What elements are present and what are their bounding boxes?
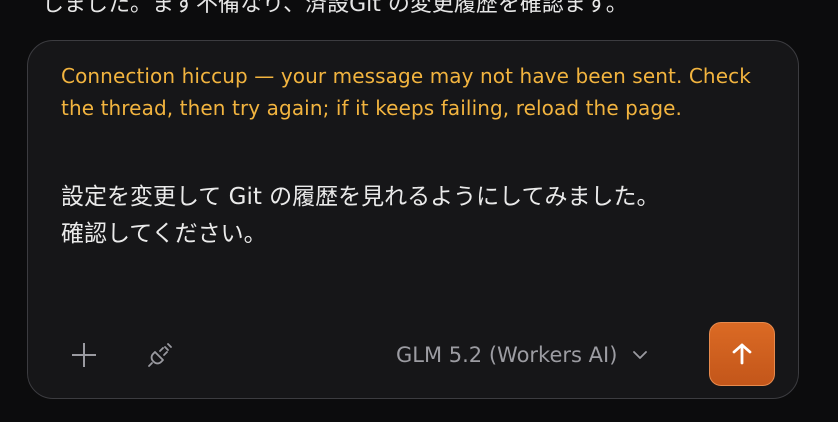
message-composer: Connection hiccup — your message may not… [27,40,799,399]
arrow-up-icon [732,343,752,365]
tools-button[interactable] [142,337,178,373]
chevron-down-icon [631,346,649,364]
previous-message-text: しました。まず不備なり、済設Git の変更履歴を確認ます。 [42,0,628,17]
chat-page: しました。まず不備なり、済設Git の変更履歴を確認ます。 Connection… [0,0,838,422]
plug-off-icon [148,343,172,367]
plus-icon [72,343,96,367]
message-input[interactable]: 設定を変更して Git の履歴を見れるようにしてみました。 確認してください。 [61,179,741,253]
model-selector[interactable]: GLM 5.2 (Workers AI) [396,337,649,373]
send-button[interactable] [709,322,775,386]
add-attachment-button[interactable] [66,337,102,373]
connection-error-message: Connection hiccup — your message may not… [61,64,751,120]
model-label: GLM 5.2 (Workers AI) [396,343,618,367]
